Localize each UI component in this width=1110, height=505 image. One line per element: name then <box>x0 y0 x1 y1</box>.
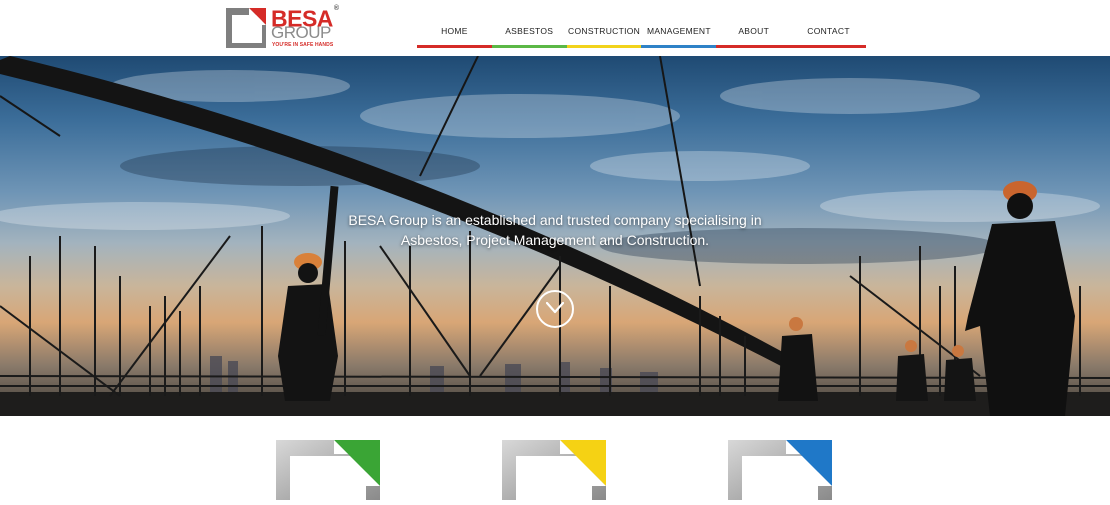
scroll-down-button[interactable] <box>536 290 574 328</box>
asbestos-logo-icon <box>276 440 380 500</box>
hero-tagline-line2: Asbestos, Project Management and Constru… <box>400 232 710 248</box>
logo-mark-icon <box>226 8 266 48</box>
nav-item-contact[interactable]: CONTACT <box>791 0 866 50</box>
asbestos-service-tile[interactable] <box>276 440 380 500</box>
nav-underline <box>566 45 642 48</box>
hero-banner: BESA Group is an established and trusted… <box>0 56 1110 416</box>
management-service-tile[interactable] <box>728 440 832 500</box>
logo-tagline: YOU'RE IN SAFE HANDS <box>272 42 334 48</box>
logo-group-text: GROUP <box>271 23 331 42</box>
site-header: BESA® GROUP YOU'RE IN SAFE HANDS HOME AS… <box>0 0 1110 56</box>
nav-underline <box>716 45 792 48</box>
nav-item-home[interactable]: HOME <box>417 0 492 50</box>
main-nav: HOME ASBESTOS CONSTRUCTION MANAGEMENT AB… <box>417 0 866 50</box>
nav-label: CONSTRUCTION <box>568 26 641 36</box>
nav-item-asbestos[interactable]: ASBESTOS <box>491 0 567 50</box>
hero-tagline: BESA Group is an established and trusted… <box>330 210 780 250</box>
besa-logo[interactable]: BESA® GROUP YOU'RE IN SAFE HANDS <box>225 5 340 51</box>
nav-label: ABOUT <box>738 26 770 36</box>
nav-item-about[interactable]: ABOUT <box>716 0 792 50</box>
nav-label: HOME <box>441 26 468 36</box>
nav-underline <box>791 45 866 48</box>
nav-label: CONTACT <box>807 26 850 36</box>
construction-logo-icon <box>502 440 606 500</box>
chevron-down-icon <box>546 302 564 314</box>
nav-item-management[interactable]: MANAGEMENT <box>641 0 717 50</box>
nav-label: ASBESTOS <box>505 26 554 36</box>
construction-service-tile[interactable] <box>502 440 606 500</box>
management-logo-icon <box>728 440 832 500</box>
hero-tagline-line1: BESA Group is an established and trusted… <box>348 212 762 228</box>
nav-underline <box>641 45 717 48</box>
nav-label: MANAGEMENT <box>646 26 711 36</box>
nav-item-construction[interactable]: CONSTRUCTION <box>566 0 642 50</box>
nav-underline <box>417 45 492 48</box>
nav-underline <box>491 45 567 48</box>
